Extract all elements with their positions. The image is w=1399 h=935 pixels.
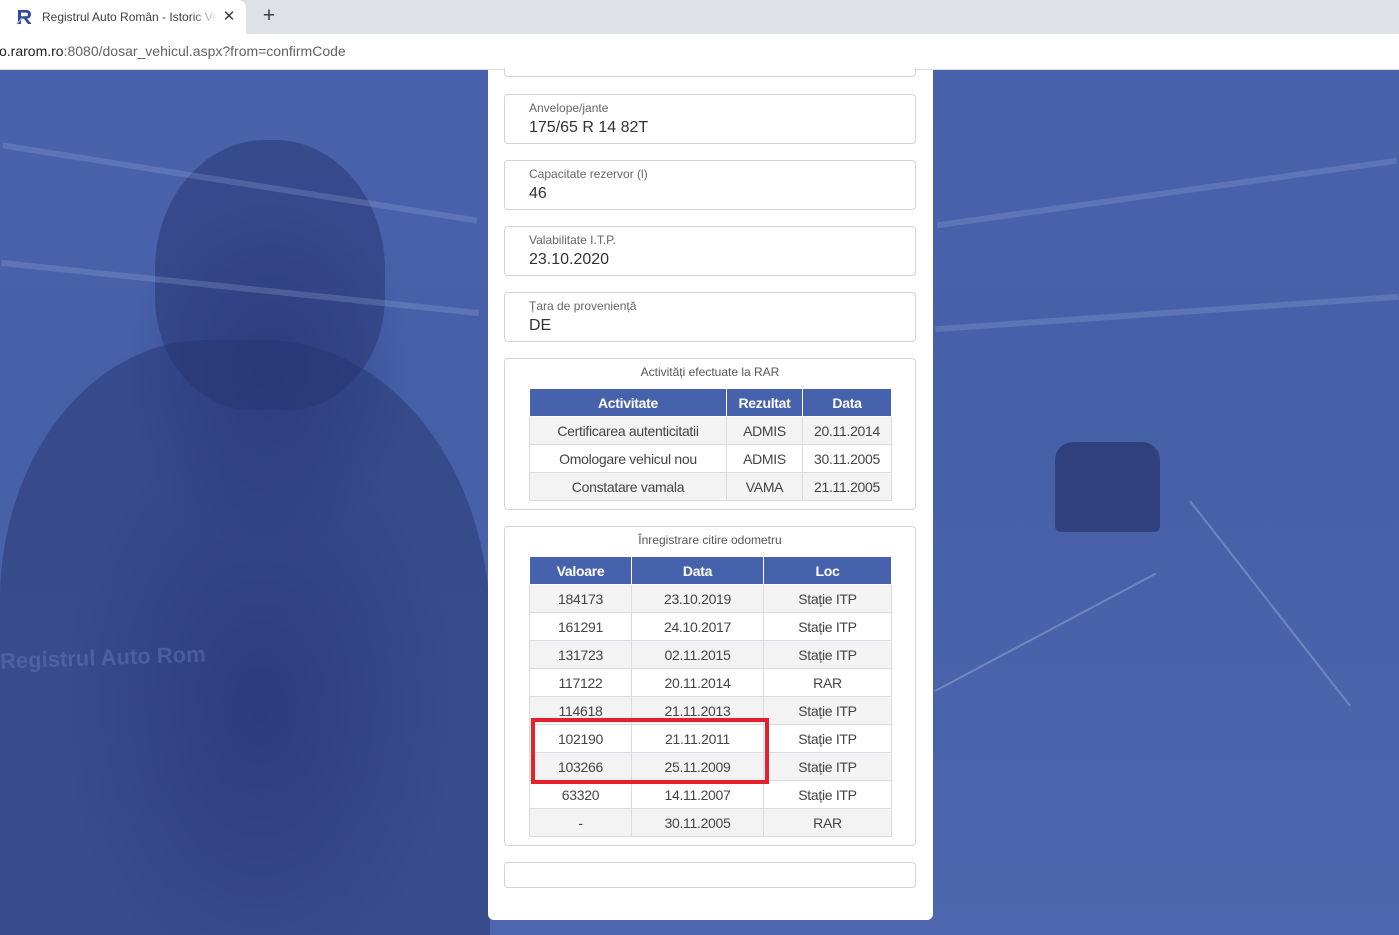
cell-date: 23.10.2019 [631,584,764,613]
column-header-date: Data [802,388,892,417]
background-floor-line [934,572,1157,692]
odometer-table: Valoare Data Loc 184173 23.10.2019 Stați… [529,556,892,837]
background-ceiling-beam [935,293,1399,333]
cell-location: RAR [763,668,892,697]
field-tyres: Anvelope/jante 175/65 R 14 82T [504,94,916,144]
empty-field-box [504,862,916,888]
cell-location: Stație ITP [763,696,892,725]
table-row: 184173 23.10.2019 Stație ITP [529,584,892,613]
field-country-origin: Țara de proveniență DE [504,292,916,342]
column-header-date: Data [631,556,764,585]
address-bar[interactable]: o.rarom.ro:8080/dosar_vehicul.aspx?from=… [0,34,1399,70]
cell-value: 131723 [529,640,632,669]
column-header-location: Loc [763,556,892,585]
cell-activity: Constatare vamala [529,472,727,501]
cell-date: 02.11.2015 [631,640,764,669]
cell-date: 30.11.2005 [631,808,764,837]
field-itp-validity: Valabilitate I.T.P. 23.10.2020 [504,226,916,276]
cell-location: Stație ITP [763,584,892,613]
cell-date: 20.11.2014 [631,668,764,697]
cell-value: 161291 [529,612,632,641]
url-path: :8080/dosar_vehicul.aspx?from=confirmCod… [63,43,346,59]
table-row: 131723 02.11.2015 Stație ITP [529,640,892,669]
table-row: Omologare vehicul nou ADMIS 30.11.2005 [529,444,892,473]
tab-strip: Registrul Auto Român - Istoric Vehicul ✕… [0,0,1399,34]
cell-date: 21.11.2005 [802,472,892,501]
background-person-jacket [0,340,490,935]
cell-value: 63320 [529,780,632,809]
cell-result: ADMIS [726,416,803,445]
previous-field-box [504,68,916,77]
cell-result: VAMA [726,472,803,501]
highlight-annotation-box [531,718,769,784]
cell-date: 24.10.2017 [631,612,764,641]
field-value: DE [529,317,552,334]
cell-date: 30.11.2005 [802,444,892,473]
table-row: Certificarea autenticitatii ADMIS 20.11.… [529,416,892,445]
cell-location: Stație ITP [763,724,892,753]
background-person-head [155,140,385,410]
background-floor-line [1189,500,1351,707]
cell-location: Stație ITP [763,640,892,669]
table-row: 117122 20.11.2014 RAR [529,668,892,697]
rar-logo-icon [16,9,34,25]
section-title: Înregistrare citire odometru [638,533,782,547]
close-tab-icon[interactable]: ✕ [220,8,238,26]
field-tank-capacity: Capacitate rezervor (l) 46 [504,160,916,210]
field-label: Anvelope/jante [529,101,609,115]
field-label: Țara de proveniență [529,299,637,313]
cell-result: ADMIS [726,444,803,473]
cell-date: 14.11.2007 [631,780,764,809]
cell-location: RAR [763,808,892,837]
column-header-value: Valoare [529,556,632,585]
field-value: 46 [529,185,547,202]
browser-tab[interactable]: Registrul Auto Român - Istoric Vehicul ✕ [0,0,246,34]
url-text[interactable]: o.rarom.ro:8080/dosar_vehicul.aspx?from=… [0,43,346,59]
table-row: 63320 14.11.2007 Stație ITP [529,780,892,809]
cell-location: Stație ITP [763,752,892,781]
field-value: 23.10.2020 [529,251,610,268]
cell-location: Stație ITP [763,612,892,641]
cell-value: - [529,808,632,837]
cell-value: 117122 [529,668,632,697]
cell-date: 20.11.2014 [802,416,892,445]
field-label: Valabilitate I.T.P. [529,233,616,247]
column-header-result: Rezultat [726,388,803,417]
cell-activity: Omologare vehicul nou [529,444,727,473]
cell-location: Stație ITP [763,780,892,809]
table-row: - 30.11.2005 RAR [529,808,892,837]
vehicle-details-card: Anvelope/jante 175/65 R 14 82T Capacitat… [488,68,933,920]
table-row: Constatare vamala VAMA 21.11.2005 [529,472,892,501]
odometer-section: Înregistrare citire odometru Valoare Dat… [504,526,916,846]
field-label: Capacitate rezervor (l) [529,167,648,181]
activities-section: Activități efectuate la RAR Activitate R… [504,358,916,510]
new-tab-button[interactable]: + [258,5,280,27]
background-car [1055,442,1160,532]
column-header-activity: Activitate [529,388,727,417]
cell-value: 184173 [529,584,632,613]
cell-activity: Certificarea autenticitatii [529,416,727,445]
background-ceiling-beam [936,157,1398,229]
section-title: Activități efectuate la RAR [640,365,780,379]
tab-title: Registrul Auto Român - Istoric Vehicul [42,10,218,24]
field-value: 175/65 R 14 82T [529,119,649,136]
url-host: o.rarom.ro [0,43,64,59]
activities-table: Activitate Rezultat Data Certificarea au… [529,388,892,501]
table-row: 161291 24.10.2017 Stație ITP [529,612,892,641]
